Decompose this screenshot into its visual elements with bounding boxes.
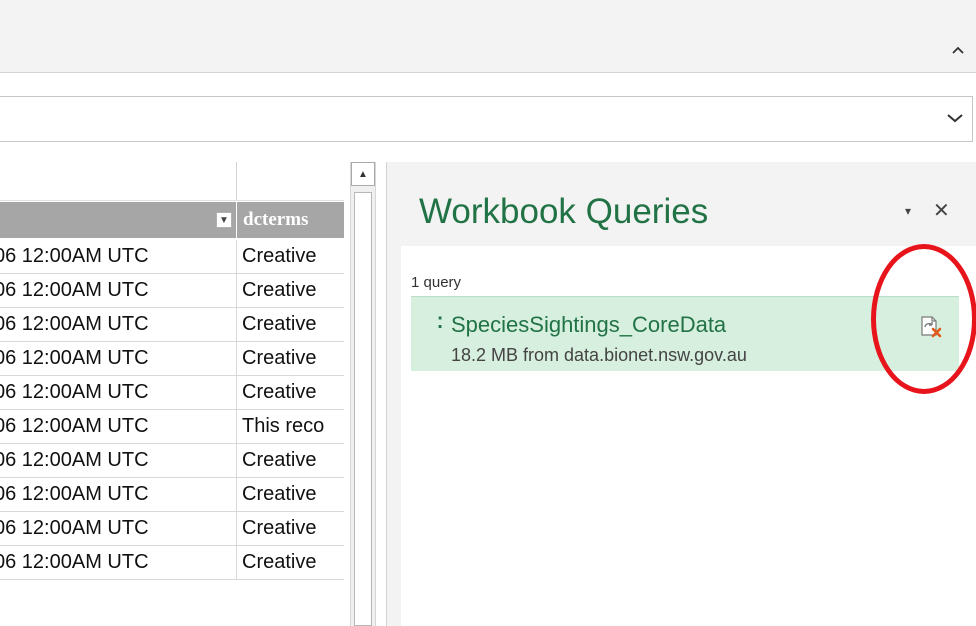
cell-rights[interactable]: Creative — [237, 512, 344, 545]
queries-list: 1 query ⁚ SpeciesSightings_CoreData 18.2… — [401, 246, 976, 626]
drag-handle-icon[interactable]: ⁚ — [437, 313, 443, 333]
query-error-icon[interactable] — [919, 315, 943, 339]
blank-header-row — [0, 162, 344, 201]
column-header-b[interactable]: dcterms — [237, 202, 344, 238]
scrollbar-thumb[interactable] — [354, 192, 372, 626]
pane-title: Workbook Queries — [419, 192, 709, 231]
table-row[interactable]: 06 12:00AM UTC Creative — [0, 478, 344, 512]
cell-date[interactable]: 06 12:00AM UTC — [0, 376, 237, 409]
filter-dropdown-icon[interactable]: ▼ — [216, 212, 232, 228]
table-row[interactable]: 06 12:00AM UTC Creative — [0, 546, 344, 580]
cell-rights[interactable]: Creative — [237, 478, 344, 511]
vertical-scrollbar[interactable]: ▲ — [350, 162, 376, 626]
pane-options-icon[interactable]: ▾ — [905, 204, 911, 218]
cell-date[interactable]: 06 12:00AM UTC — [0, 274, 237, 307]
query-name[interactable]: SpeciesSightings_CoreData — [451, 312, 726, 338]
cell-date[interactable]: 06 12:00AM UTC — [0, 240, 237, 273]
cell-rights[interactable]: Creative — [237, 342, 344, 375]
column-divider — [236, 162, 237, 200]
close-icon[interactable]: ✕ — [933, 198, 950, 223]
cell-date[interactable]: 06 12:00AM UTC — [0, 342, 237, 375]
table-row[interactable]: 06 12:00AM UTC Creative — [0, 376, 344, 410]
chevron-down-icon[interactable] — [944, 107, 966, 129]
table-row[interactable]: 06 12:00AM UTC Creative — [0, 342, 344, 376]
cell-rights[interactable]: Creative — [237, 308, 344, 341]
chevron-up-icon[interactable] — [948, 40, 968, 60]
table-row[interactable]: 06 12:00AM UTC This reco — [0, 410, 344, 444]
formula-bar[interactable] — [0, 96, 973, 142]
column-header-row: ▼ dcterms — [0, 202, 344, 238]
column-header-a[interactable]: ▼ — [0, 202, 237, 238]
cell-date[interactable]: 06 12:00AM UTC — [0, 546, 237, 579]
query-item[interactable]: ⁚ SpeciesSightings_CoreData 18.2 MB from… — [411, 296, 959, 371]
table-row[interactable]: 06 12:00AM UTC Creative — [0, 240, 344, 274]
cell-rights[interactable]: Creative — [237, 376, 344, 409]
scroll-up-icon[interactable]: ▲ — [351, 162, 375, 186]
cell-date[interactable]: 06 12:00AM UTC — [0, 444, 237, 477]
cell-date[interactable]: 06 12:00AM UTC — [0, 410, 237, 443]
ribbon-area — [0, 0, 976, 73]
query-meta: 18.2 MB from data.bionet.nsw.gov.au — [451, 345, 747, 365]
cell-rights[interactable]: Creative — [237, 444, 344, 477]
cell-rights[interactable]: Creative — [237, 274, 344, 307]
query-count: 1 query — [411, 274, 462, 291]
table-row[interactable]: 06 12:00AM UTC Creative — [0, 444, 344, 478]
table-row[interactable]: 06 12:00AM UTC Creative — [0, 308, 344, 342]
cell-date[interactable]: 06 12:00AM UTC — [0, 478, 237, 511]
spreadsheet-grid: ▼ dcterms 06 12:00AM UTC Creative 06 12:… — [0, 162, 344, 626]
cell-rights[interactable]: Creative — [237, 240, 344, 273]
workbook-queries-pane: Workbook Queries ▾ ✕ 1 query ⁚ SpeciesSi… — [387, 162, 976, 626]
cell-date[interactable]: 06 12:00AM UTC — [0, 512, 237, 545]
cell-rights[interactable]: This reco — [237, 410, 344, 443]
table-row[interactable]: 06 12:00AM UTC Creative — [0, 512, 344, 546]
cell-date[interactable]: 06 12:00AM UTC — [0, 308, 237, 341]
cell-rights[interactable]: Creative — [237, 546, 344, 579]
table-row[interactable]: 06 12:00AM UTC Creative — [0, 274, 344, 308]
